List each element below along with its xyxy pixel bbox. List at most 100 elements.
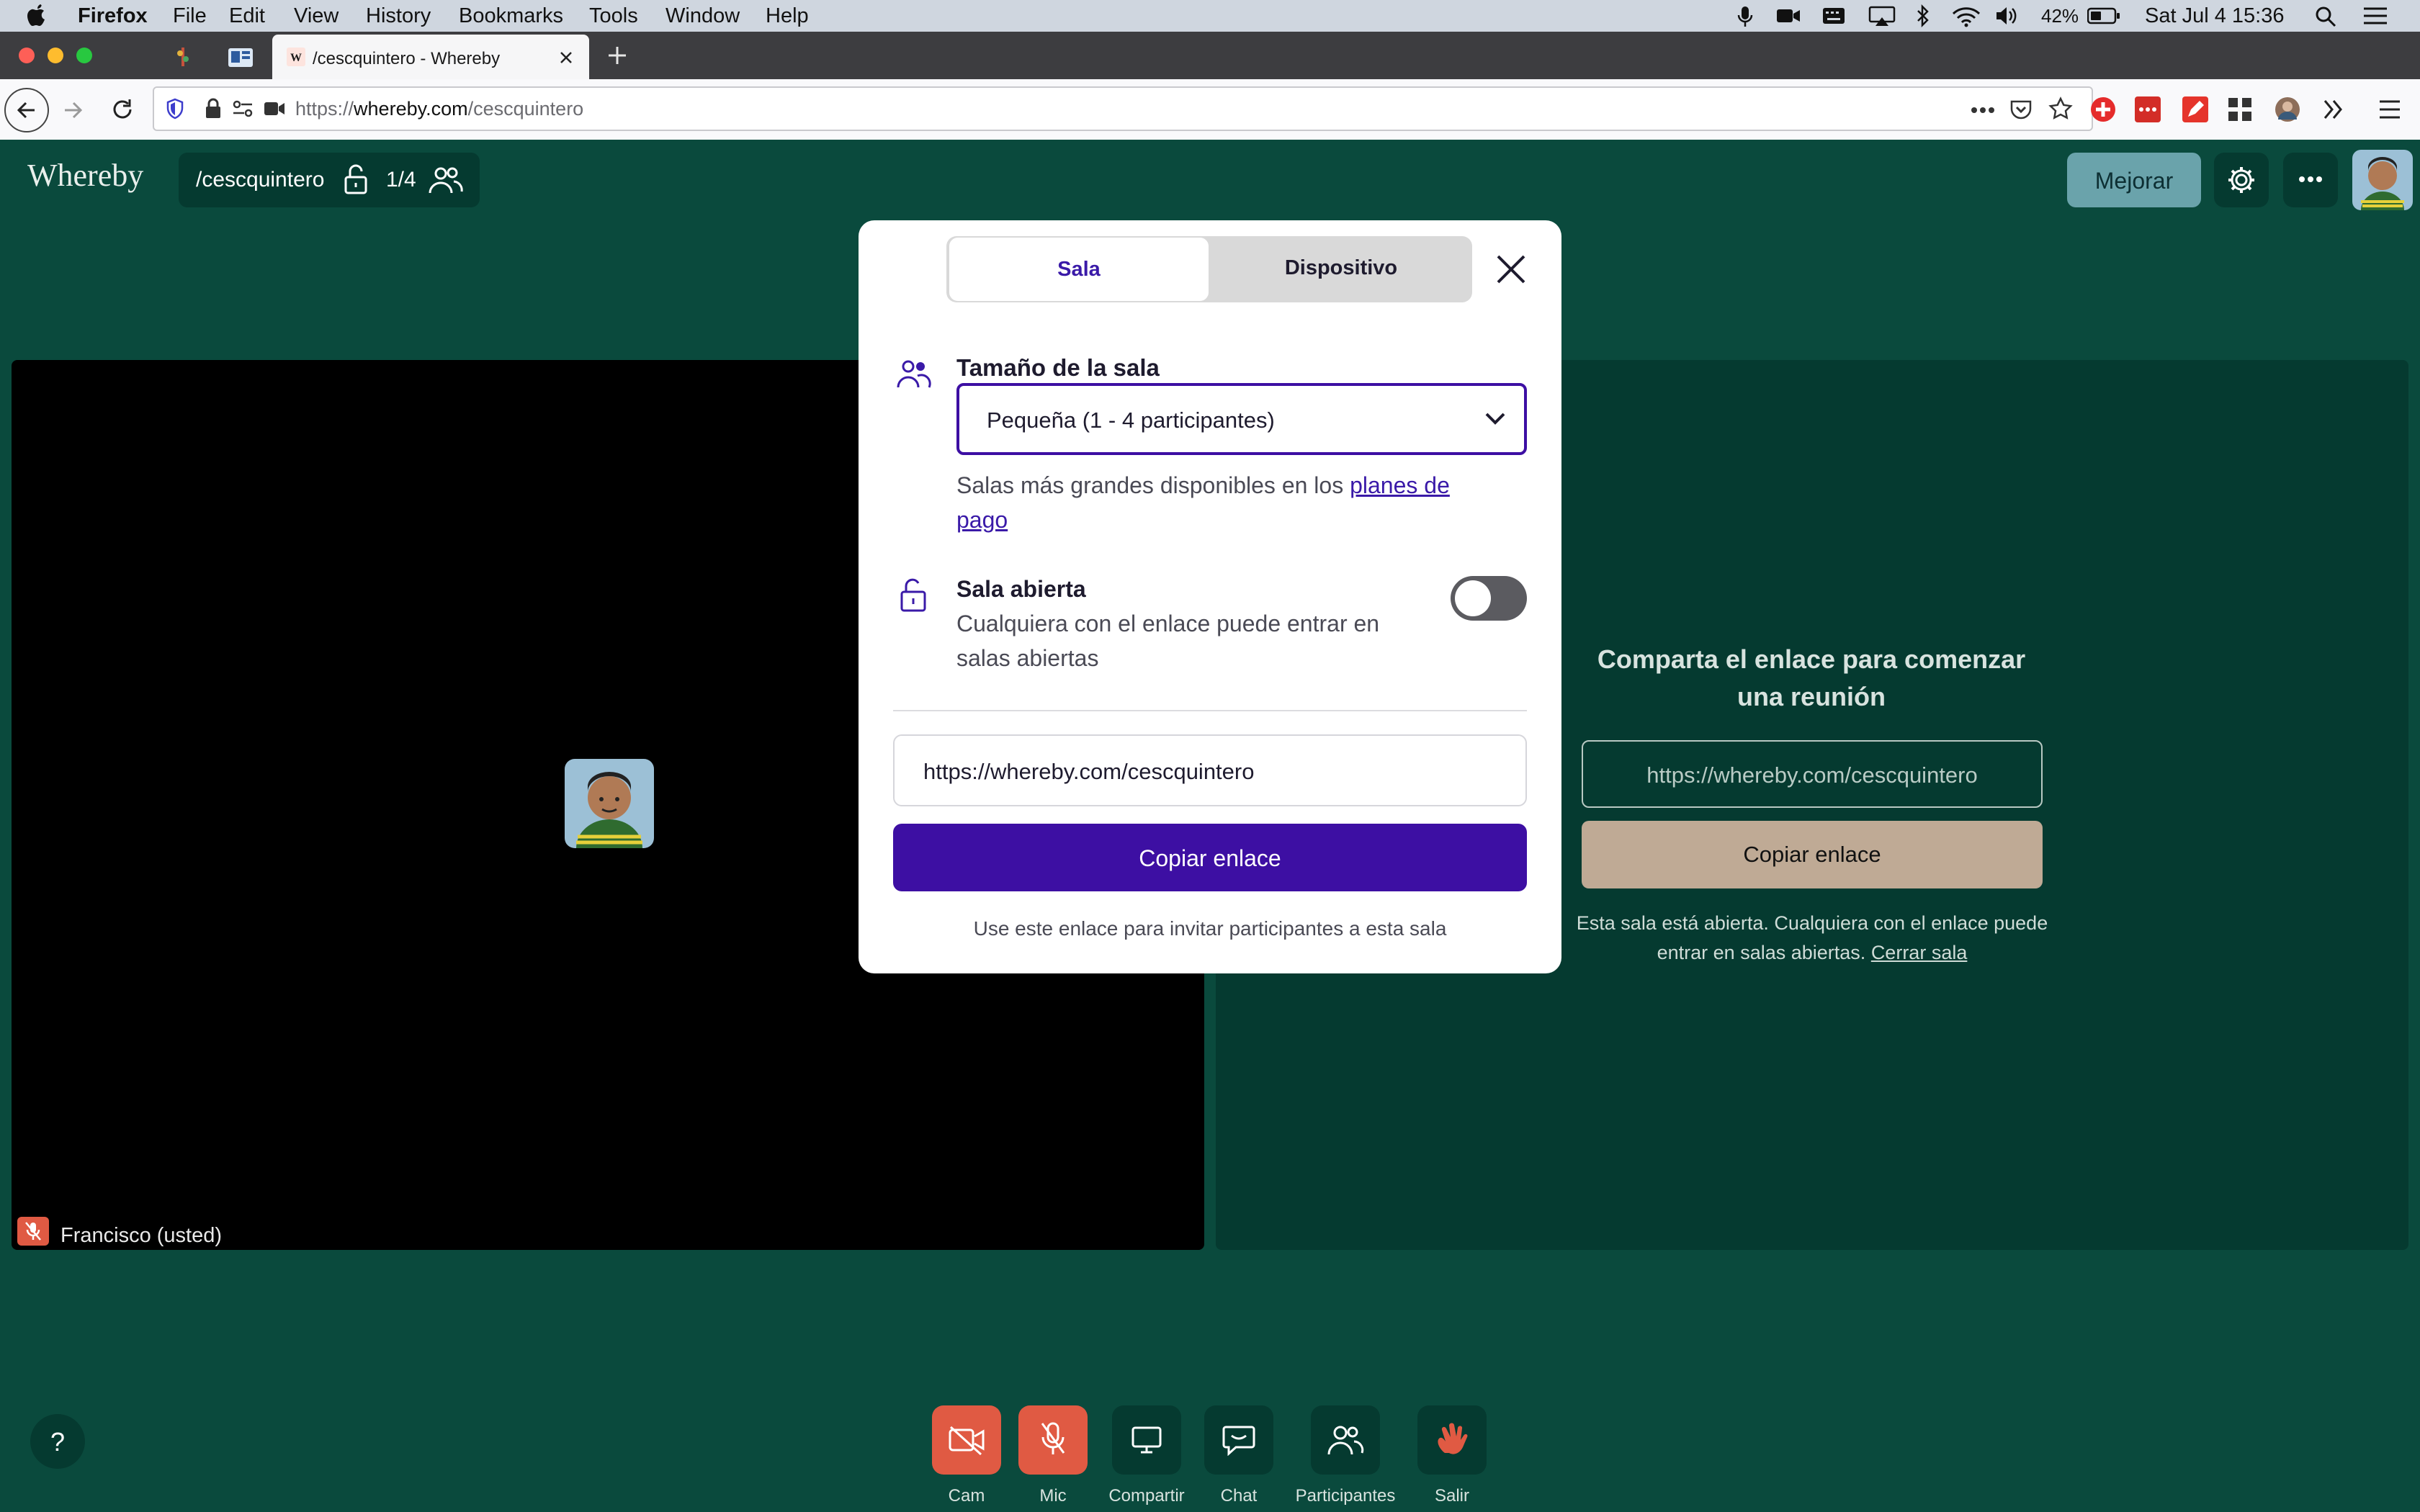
pinned-tab-2[interactable] xyxy=(213,35,268,79)
room-size-note-text: Salas más grandes disponibles en los xyxy=(956,472,1350,498)
apple-menu-icon[interactable] xyxy=(26,3,48,27)
macos-menu-bar: Firefox File Edit View History Bookmarks… xyxy=(0,0,2420,32)
navigation-toolbar: https://whereby.com/cescquintero xyxy=(0,79,2420,141)
open-room-padlock-icon xyxy=(900,578,926,612)
screen-share-icon xyxy=(1131,1426,1162,1454)
window-zoom-button[interactable] xyxy=(76,48,92,63)
url-text[interactable]: https://whereby.com/cescquintero xyxy=(295,98,583,120)
share-url-field[interactable]: https://whereby.com/cescquintero xyxy=(1582,740,2043,808)
bookmark-star-icon[interactable] xyxy=(2048,96,2073,121)
camera-status-icon[interactable] xyxy=(1776,7,1801,24)
share-copy-button[interactable]: Copiar enlace xyxy=(1582,821,2043,888)
room-size-value: Pequeña (1 - 4 participantes) xyxy=(987,408,1275,433)
keyboard-status-icon[interactable] xyxy=(1822,6,1845,26)
spotlight-search-icon[interactable] xyxy=(2315,6,2336,27)
share-screen-button[interactable] xyxy=(1112,1405,1181,1475)
window-close-button[interactable] xyxy=(19,48,35,63)
menu-app-name[interactable]: Firefox xyxy=(78,3,148,29)
menu-help[interactable]: Help xyxy=(766,3,809,29)
modal-divider xyxy=(893,710,1527,711)
hamburger-menu-icon[interactable] xyxy=(2378,99,2401,120)
room-info-pill[interactable]: /cescquintero 1/4 xyxy=(179,153,480,207)
mic-button[interactable] xyxy=(1018,1405,1088,1475)
close-room-link[interactable]: Cerrar sala xyxy=(1871,942,1968,963)
control-center-icon[interactable] xyxy=(2362,6,2388,26)
help-label: ? xyxy=(50,1427,66,1457)
extension-grid-icon[interactable] xyxy=(2227,96,2253,122)
pinned-tab-1[interactable] xyxy=(156,35,210,79)
window-minimize-button[interactable] xyxy=(48,48,63,63)
profile-avatar-icon[interactable] xyxy=(2275,96,2300,122)
menu-tools[interactable]: Tools xyxy=(589,3,638,29)
extension-red-cross-icon[interactable] xyxy=(2090,96,2116,122)
upgrade-button[interactable]: Mejorar xyxy=(2067,153,2201,207)
bluetooth-icon[interactable] xyxy=(1916,4,1930,27)
self-muted-badge xyxy=(17,1217,49,1246)
close-tab-icon[interactable] xyxy=(559,50,573,65)
tracking-protection-shield-icon[interactable] xyxy=(166,98,184,120)
url-path: /cescquintero xyxy=(467,98,584,120)
back-button[interactable] xyxy=(4,88,49,132)
battery-icon[interactable] xyxy=(2087,7,2120,24)
room-link-field[interactable]: https://whereby.com/cescquintero xyxy=(893,734,1527,806)
copy-link-button[interactable]: Copiar enlace xyxy=(893,824,1527,891)
more-dots-icon xyxy=(2299,176,2322,182)
leave-button[interactable] xyxy=(1417,1405,1487,1475)
lock-icon[interactable] xyxy=(205,98,222,120)
tab-room-label: Sala xyxy=(1057,258,1101,281)
wifi-icon[interactable] xyxy=(1952,6,1981,27)
self-name-label: Francisco (usted) xyxy=(60,1224,223,1247)
settings-button[interactable] xyxy=(2214,153,2269,207)
url-bar[interactable]: https://whereby.com/cescquintero xyxy=(153,86,2093,131)
close-icon[interactable] xyxy=(1495,253,1527,285)
open-room-toggle[interactable] xyxy=(1451,576,1527,621)
pocket-icon[interactable] xyxy=(2009,98,2033,121)
reload-icon[interactable] xyxy=(111,98,134,121)
airplay-icon[interactable] xyxy=(1868,6,1896,27)
modal-footer-note: Use este enlace para invitar participant… xyxy=(973,917,1447,940)
menu-window[interactable]: Window xyxy=(666,3,740,29)
user-avatar[interactable] xyxy=(2352,150,2413,210)
share-note-text: Esta sala está abierta. Cualquiera con e… xyxy=(1576,912,2048,963)
room-size-heading: Tamaño de la sala xyxy=(956,354,1160,381)
extension-lastpass-icon[interactable] xyxy=(2135,96,2161,122)
participants-icon xyxy=(1327,1426,1364,1455)
forward-arrow-icon[interactable] xyxy=(62,99,84,121)
new-tab-plus-icon[interactable] xyxy=(606,45,628,66)
browser-tab-strip: W /cescquintero - Whereby xyxy=(0,32,2420,79)
share-url-text: https://whereby.com/cescquintero xyxy=(1646,762,1978,788)
upgrade-label: Mejorar xyxy=(2094,168,2174,194)
help-button[interactable]: ? xyxy=(30,1414,85,1469)
room-count: 1/4 xyxy=(386,168,416,192)
extension-pen-icon[interactable] xyxy=(2182,96,2208,122)
share-heading: Comparta el enlace para comenzar una reu… xyxy=(1597,644,2026,711)
room-size-note: Salas más grandes disponibles en los pla… xyxy=(956,468,1504,537)
page-actions-more-icon[interactable] xyxy=(1971,107,1995,114)
active-tab[interactable]: W /cescquintero - Whereby xyxy=(272,35,589,79)
leave-label: Salir xyxy=(1434,1486,1469,1506)
microphone-status-icon[interactable] xyxy=(1737,6,1753,27)
menu-edit[interactable]: Edit xyxy=(229,3,265,29)
chat-button[interactable] xyxy=(1204,1405,1273,1475)
back-arrow-icon xyxy=(17,102,35,119)
share-copy-label: Copiar enlace xyxy=(1743,842,1881,867)
volume-icon[interactable] xyxy=(1995,6,2017,26)
menu-history[interactable]: History xyxy=(366,3,431,29)
menu-file[interactable]: File xyxy=(173,3,207,29)
tab-device[interactable]: Dispositivo xyxy=(1210,236,1472,302)
camera-off-icon xyxy=(949,1426,985,1456)
participants-button[interactable] xyxy=(1311,1405,1380,1475)
room-size-select[interactable]: Pequeña (1 - 4 participantes) xyxy=(956,383,1527,455)
overflow-chevron-icon[interactable] xyxy=(2322,98,2345,121)
cam-button[interactable] xyxy=(932,1405,1001,1475)
tab-device-label: Dispositivo xyxy=(1284,256,1398,279)
more-options-button[interactable] xyxy=(2283,153,2338,207)
clock[interactable]: Sat Jul 4 15:36 xyxy=(2145,3,2284,29)
camera-permission-icon[interactable] xyxy=(264,101,285,117)
whereby-logo[interactable]: Whereby xyxy=(27,157,143,194)
menu-view[interactable]: View xyxy=(294,3,339,29)
menu-bookmarks[interactable]: Bookmarks xyxy=(459,3,563,29)
permissions-icon[interactable] xyxy=(232,99,254,118)
gear-icon xyxy=(2228,167,2254,193)
tab-room[interactable]: Sala xyxy=(948,236,1210,302)
